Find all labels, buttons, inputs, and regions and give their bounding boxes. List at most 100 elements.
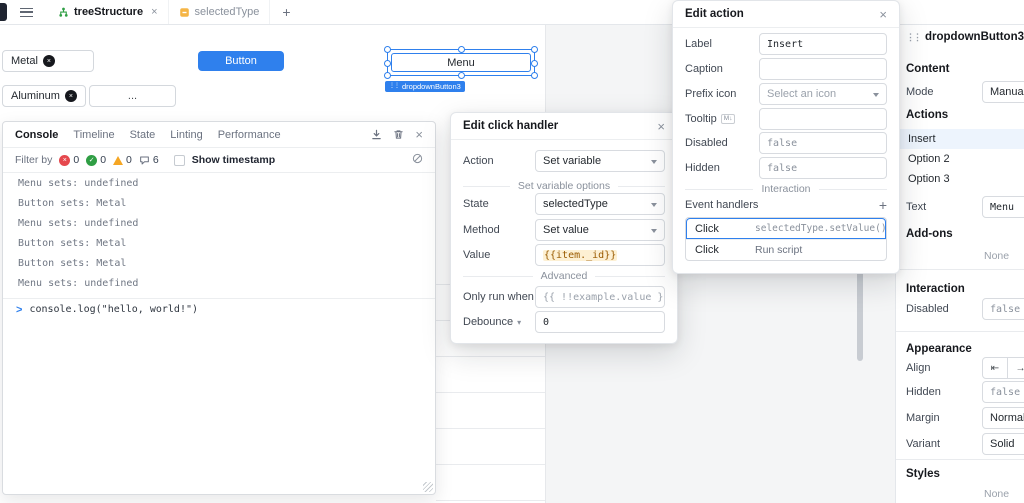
hamburger-menu-icon[interactable] [20, 7, 33, 17]
content-section-header: Content [906, 63, 950, 75]
select-value: Aluminum [11, 90, 60, 102]
component-name-tag[interactable]: ⋮⋮ dropdownButton3 [385, 81, 465, 92]
tab-performance[interactable]: Performance [218, 129, 281, 141]
addons-none-value: None [984, 250, 1010, 262]
tab-timeline[interactable]: Timeline [73, 129, 114, 141]
tab-selectedtype[interactable]: selectedType [169, 0, 271, 24]
divider [896, 269, 1024, 270]
close-modal-icon[interactable]: × [879, 7, 887, 22]
table-gridline [436, 392, 545, 393]
hidden-input[interactable]: false [982, 381, 1024, 403]
mode-select[interactable]: Manual [982, 81, 1024, 103]
align-label: Align [906, 362, 931, 374]
console-filter-row: Filter by × 0 ✓ 0 0 6 Show timestamp [3, 148, 435, 173]
value-input[interactable]: {{item._id}} [535, 244, 665, 266]
debug-console-panel: Console Timeline State Linting Performan… [2, 121, 436, 495]
prefix-icon-label: Prefix icon [685, 88, 737, 100]
button-label: ... [127, 90, 138, 102]
error-filter[interactable]: × 0 [59, 154, 79, 166]
interaction-divider: Interaction [685, 182, 887, 196]
state-select[interactable]: selectedType [535, 193, 665, 215]
disabled-input[interactable]: false [759, 132, 887, 154]
table-gridline [436, 356, 545, 357]
margin-select[interactable]: Normal [982, 407, 1024, 429]
variant-label: Variant [906, 438, 941, 450]
resize-handle[interactable] [531, 72, 538, 79]
action-item-option3[interactable]: Option 3 [896, 169, 1024, 189]
prefix-icon-select[interactable]: Select an icon [759, 83, 887, 105]
event-handlers-label: Event handlers [685, 199, 759, 211]
error-icon: × [59, 154, 71, 166]
tooltip-input[interactable] [759, 108, 887, 130]
tab-console[interactable]: Console [15, 129, 58, 141]
trash-icon[interactable] [393, 129, 404, 140]
resize-grip-icon[interactable] [423, 482, 433, 492]
button-component[interactable]: Button [198, 51, 284, 71]
clear-selection-icon[interactable]: × [42, 55, 55, 67]
selected-component-outline[interactable]: Menu [384, 46, 538, 79]
message-filter[interactable]: 6 [139, 154, 159, 166]
only-run-when-input[interactable]: {{ !!example.value }} [535, 286, 665, 308]
method-select[interactable]: Set value [535, 219, 665, 241]
download-icon[interactable] [371, 129, 382, 140]
resize-handle[interactable] [458, 46, 465, 53]
aluminum-select-component[interactable]: Aluminum × [2, 85, 86, 107]
event-handler-row[interactable]: Click Run script [686, 239, 886, 260]
metal-select-component[interactable]: Metal × [2, 50, 94, 72]
chat-bubble-icon [140, 156, 149, 164]
close-modal-icon[interactable]: × [657, 119, 665, 134]
resize-handle[interactable] [384, 72, 391, 79]
close-tab-icon[interactable]: × [151, 6, 157, 18]
caption-input[interactable] [759, 58, 887, 80]
align-center-button[interactable]: → [1008, 357, 1024, 379]
tab-state[interactable]: State [130, 129, 156, 141]
tab-label: selectedType [194, 6, 260, 18]
table-gridline [436, 464, 545, 465]
resize-handle[interactable] [458, 72, 465, 79]
variant-select[interactable]: Solid [982, 433, 1024, 455]
tab-treestructure[interactable]: treeStructure × [48, 0, 169, 24]
hidden-input[interactable]: false [759, 157, 887, 179]
chevron-down-icon[interactable]: ▾ [517, 318, 521, 327]
console-command-input[interactable]: > console.log("hello, world!") [3, 298, 435, 320]
styles-section-header: Styles [906, 468, 940, 480]
addons-section-header: Add-ons [906, 228, 953, 240]
resize-handle[interactable] [384, 46, 391, 53]
show-timestamp-checkbox[interactable] [173, 154, 185, 166]
hidden-label: Hidden [906, 386, 941, 398]
dots-button-component[interactable]: ... [89, 85, 176, 107]
command-text: console.log("hello, world!") [29, 304, 199, 315]
log-entry: Button sets: Metal [18, 198, 127, 209]
tree-icon [59, 7, 68, 17]
button-label: Button [225, 55, 257, 67]
label-input[interactable]: Insert [759, 33, 887, 55]
action-item-insert[interactable]: Insert [896, 129, 1024, 149]
resize-handle[interactable] [531, 46, 538, 53]
app-window: treeStructure × selectedType + Metal × B… [0, 0, 1024, 503]
action-select[interactable]: Set variable [535, 150, 665, 172]
action-item-option2[interactable]: Option 2 [896, 149, 1024, 169]
table-gridline [436, 500, 545, 501]
clear-filters-icon[interactable] [412, 153, 423, 167]
tab-linting[interactable]: Linting [170, 129, 202, 141]
text-input[interactable]: Menu [982, 196, 1024, 218]
menu-dropdown-button-component[interactable]: Menu [391, 53, 531, 72]
disabled-label: Disabled [685, 137, 728, 149]
interaction-section-header: Interaction [906, 283, 965, 295]
new-tab-button[interactable]: + [270, 4, 302, 20]
event-handler-row[interactable]: Click selectedType.setValue() [686, 218, 887, 239]
add-event-handler-button[interactable]: + [879, 198, 887, 212]
success-filter[interactable]: ✓ 0 [86, 154, 106, 166]
clear-selection-icon[interactable]: × [64, 90, 77, 102]
warning-filter[interactable]: 0 [113, 154, 132, 166]
close-console-icon[interactable]: × [415, 128, 423, 141]
hidden-label: Hidden [685, 162, 720, 174]
debounce-input[interactable]: 0 [535, 311, 665, 333]
log-entry: Menu sets: undefined [18, 218, 139, 229]
resize-handle[interactable] [531, 60, 538, 67]
edit-click-handler-modal: Edit click handler × Action Set variable… [450, 112, 678, 344]
align-left-button[interactable]: ⇤ [982, 357, 1008, 379]
resize-handle[interactable] [384, 60, 391, 67]
disabled-input[interactable]: false [982, 298, 1024, 320]
event-handler-list: Click selectedType.setValue() Click Run … [685, 217, 887, 261]
